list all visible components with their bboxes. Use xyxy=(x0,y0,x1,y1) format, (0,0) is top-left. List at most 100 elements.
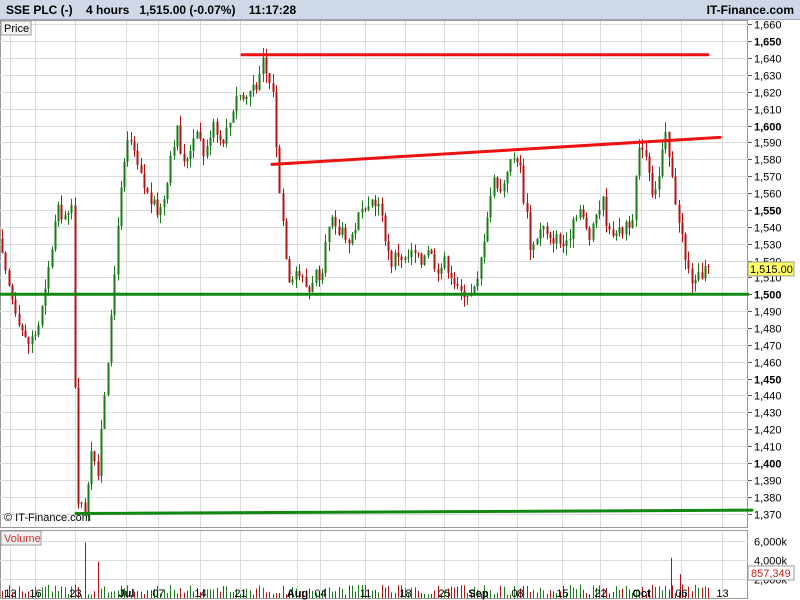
candle-body xyxy=(11,285,14,300)
candle-body xyxy=(605,196,608,227)
candle-body xyxy=(420,253,423,265)
date-tick-label: Aug xyxy=(287,588,308,600)
candle-body xyxy=(97,461,100,477)
candle-body xyxy=(14,299,17,314)
candle-body xyxy=(371,199,374,207)
candle-body xyxy=(354,229,357,234)
candle-body xyxy=(120,187,123,226)
candle-body xyxy=(130,139,133,142)
date-tick-label: 14 xyxy=(194,588,206,600)
candle-body xyxy=(348,239,351,244)
candle-body xyxy=(150,192,153,205)
candle-body xyxy=(562,243,565,247)
candle-body xyxy=(687,260,690,269)
candle-body xyxy=(555,233,558,244)
watermark: © IT-Finance.com xyxy=(4,512,91,524)
candle-body xyxy=(41,306,44,326)
candle-body xyxy=(450,272,453,279)
price-panel-label: Price xyxy=(4,23,29,35)
candle-body xyxy=(275,91,278,148)
candle-body xyxy=(262,57,265,75)
candle-body xyxy=(522,165,525,203)
price-tick-label: 1,610 xyxy=(754,105,782,117)
candle-body xyxy=(47,266,50,289)
date-tick-label: 18 xyxy=(399,588,411,600)
candle-body xyxy=(285,221,288,260)
candle-body xyxy=(674,176,677,205)
candle-body xyxy=(133,141,136,151)
candle-body xyxy=(216,121,219,135)
candle-body xyxy=(199,131,202,139)
price-tick-label: 1,600 xyxy=(754,122,782,134)
candle-body xyxy=(621,227,624,235)
candle-body xyxy=(93,451,96,462)
candle-body xyxy=(126,139,129,162)
price-chart[interactable]: 1,370 1,380 1,390 1,400 1,410 1,420 1,430 1,440… xyxy=(0,20,800,600)
candle-body xyxy=(4,252,7,271)
candle-body xyxy=(476,278,479,287)
candle-body xyxy=(239,95,242,97)
price-tick-label: 1,630 xyxy=(754,71,782,83)
candle-body xyxy=(156,199,159,216)
candle-body xyxy=(400,256,403,261)
candle-body xyxy=(173,146,176,156)
candle-body xyxy=(483,241,486,258)
candle-body xyxy=(143,173,146,189)
candle-body xyxy=(305,276,308,287)
candle-body xyxy=(209,137,212,147)
candle-body xyxy=(493,177,496,196)
candle-body xyxy=(258,74,261,90)
symbol-name: SSE PLC (-) xyxy=(6,3,73,17)
price-tick-label: 1,650 xyxy=(754,37,782,49)
candle-body xyxy=(232,111,235,123)
candle-body xyxy=(163,199,166,207)
price-tick-label: 1,480 xyxy=(754,324,782,336)
candle-body xyxy=(532,244,535,251)
candle-body xyxy=(159,206,162,216)
candle-body xyxy=(123,161,126,188)
candle-body xyxy=(542,226,545,230)
candle-body xyxy=(67,213,70,216)
candle-body xyxy=(565,240,568,247)
candle-body xyxy=(295,271,298,280)
date-tick-label: 08 xyxy=(511,588,523,600)
candle-body xyxy=(390,251,393,267)
candle-body xyxy=(27,336,30,344)
price-change: 1,515.00 (-0.07%) xyxy=(139,3,236,17)
candle-body xyxy=(255,84,258,90)
candle-body xyxy=(641,147,644,150)
candle-body xyxy=(196,131,199,139)
date-tick-label: 15 xyxy=(556,588,568,600)
candle-body xyxy=(60,204,63,220)
candle-body xyxy=(318,269,321,281)
price-tick-label: 1,620 xyxy=(754,88,782,100)
candle-body xyxy=(308,286,311,292)
candle-body xyxy=(110,315,113,363)
candle-body xyxy=(437,268,440,274)
volume-tick-label: 6,000k xyxy=(754,537,788,549)
brand-name: IT-Finance.com xyxy=(706,3,794,17)
volume-panel-label: Volume xyxy=(4,533,41,545)
candle-body xyxy=(202,138,205,157)
candle-body xyxy=(539,229,542,239)
candle-body xyxy=(245,96,248,100)
price-tick-label: 1,540 xyxy=(754,223,782,235)
candle-body xyxy=(440,267,443,274)
candle-body xyxy=(499,188,502,192)
candle-body xyxy=(278,147,281,194)
date-tick-label: 25 xyxy=(438,588,450,600)
candle-body xyxy=(357,212,360,230)
candle-body xyxy=(288,259,291,283)
price-tick-label: 1,400 xyxy=(754,459,782,471)
price-tick-label: 1,580 xyxy=(754,155,782,167)
candle-body xyxy=(661,149,664,176)
candle-body xyxy=(433,253,436,269)
candle-body xyxy=(291,279,294,283)
candle-body xyxy=(509,159,512,172)
candle-body xyxy=(430,250,433,254)
candle-body xyxy=(628,221,631,228)
candle-body xyxy=(678,204,681,223)
candle-body xyxy=(397,252,400,257)
candle-body xyxy=(361,208,364,213)
candle-body xyxy=(598,209,601,215)
